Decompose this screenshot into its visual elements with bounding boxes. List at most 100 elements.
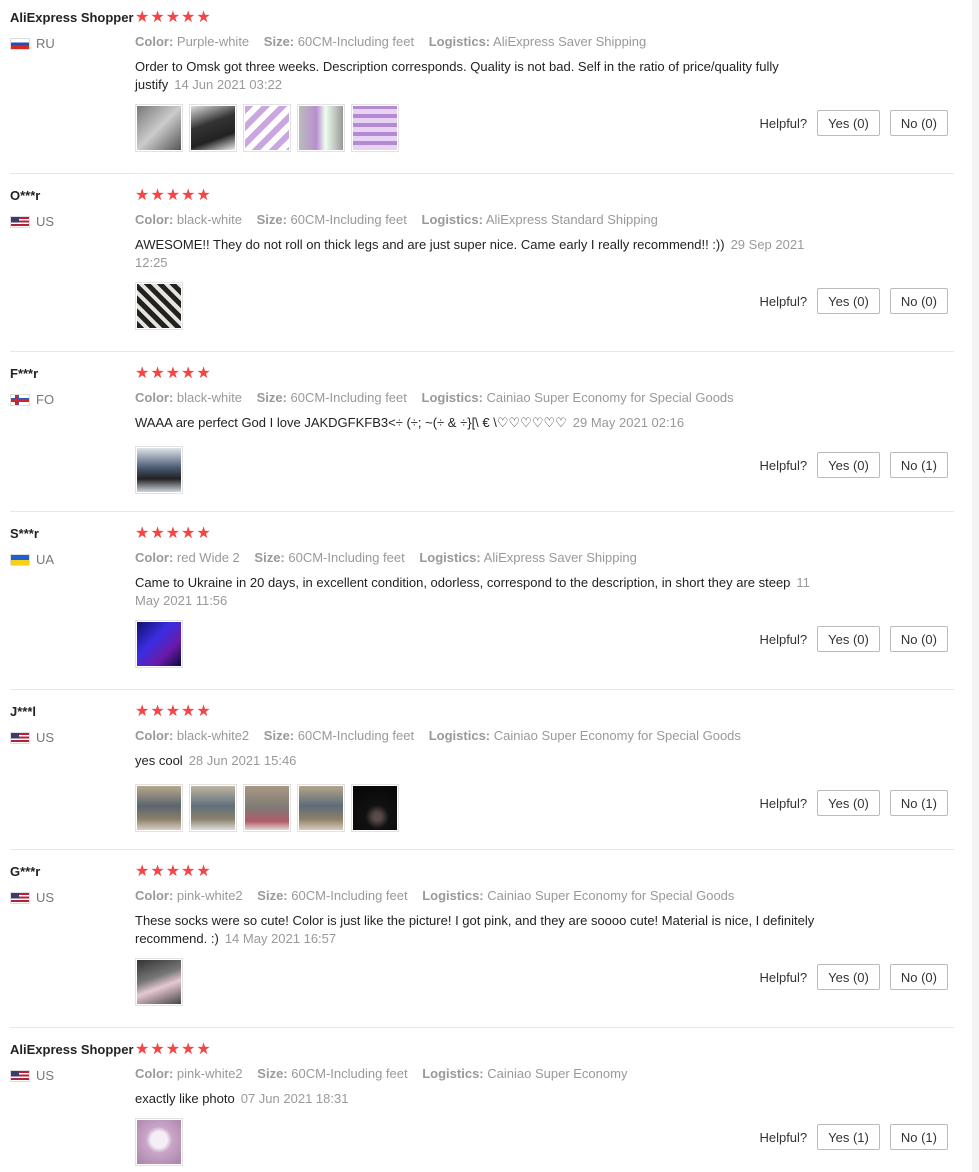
photo-socks-on-floor	[137, 448, 181, 492]
country-code: US	[36, 890, 55, 905]
country-flag-icon	[10, 215, 30, 228]
helpful-vote: Helpful? Yes (0) No (1)	[759, 790, 948, 816]
helpful-yes-button[interactable]: Yes (0)	[817, 626, 880, 652]
helpful-yes-button[interactable]: Yes (0)	[817, 964, 880, 990]
logistics-label: Logistics:	[421, 390, 483, 405]
size-value: 60CM-Including feet	[297, 728, 415, 743]
helpful-vote: Helpful? Yes (0) No (0)	[759, 288, 948, 314]
review-photo-thumbnail[interactable]	[243, 784, 291, 832]
review-text: yes cool 28 Jun 2021 15:46	[135, 752, 835, 770]
review-body: WAAA are perfect God I love JAKDGFKFB3<÷…	[135, 415, 567, 430]
reviewer-name: AliExpress Shopper	[10, 10, 134, 25]
reviewer-name: O***r	[10, 188, 41, 203]
review-date: 29 May 2021 02:16	[572, 415, 685, 430]
helpful-no-button[interactable]: No (0)	[889, 110, 948, 136]
logistics-value: Cainiao Super Economy for Special Goods	[487, 888, 735, 903]
country-code: US	[36, 1068, 55, 1083]
logistics-label: Logistics:	[422, 888, 484, 903]
page-scrollbar-track[interactable]	[972, 0, 979, 1172]
helpful-no-button[interactable]: No (0)	[889, 964, 948, 990]
review-date: 07 Jun 2021 18:31	[240, 1091, 349, 1106]
review-photo-thumbnail[interactable]	[297, 104, 345, 152]
review-photos	[135, 958, 183, 1006]
review-photo-thumbnail[interactable]	[135, 104, 183, 152]
size-label: Size:	[257, 888, 288, 903]
reviewer-name: AliExpress Shopper	[10, 1042, 134, 1057]
star-rating-icon: ★★★★★	[135, 703, 212, 720]
review-photo-thumbnail[interactable]	[135, 958, 183, 1006]
helpful-no-button[interactable]: No (1)	[889, 790, 948, 816]
review-photo-thumbnail[interactable]	[351, 104, 399, 152]
reviewer-country: US	[10, 1068, 54, 1083]
reviewer-country: US	[10, 890, 54, 905]
star-rating-icon: ★★★★★	[135, 187, 212, 204]
logistics-label: Logistics:	[421, 212, 483, 227]
size-label: Size:	[263, 34, 295, 49]
review-photo-thumbnail[interactable]	[135, 282, 183, 330]
size-label: Size:	[254, 550, 285, 565]
helpful-label: Helpful?	[759, 293, 808, 309]
color-label: Color:	[135, 212, 174, 227]
country-code: RU	[36, 36, 55, 51]
star-rating-icon: ★★★★★	[135, 1041, 212, 1058]
helpful-no-button[interactable]: No (0)	[889, 626, 948, 652]
color-value: black-white	[176, 212, 242, 227]
helpful-no-button[interactable]: No (1)	[889, 452, 948, 478]
reviewer-name: S***r	[10, 526, 39, 541]
photo-blue-lit-socks	[137, 622, 181, 666]
review-photo-thumbnail[interactable]	[189, 784, 237, 832]
review-photos	[135, 104, 399, 152]
review-text: exactly like photo 07 Jun 2021 18:31	[135, 1090, 835, 1108]
color-label: Color:	[135, 34, 174, 49]
product-attributes: Color: Purple-white Size: 60CM-Including…	[135, 34, 646, 49]
logistics-value: AliExpress Saver Shipping	[493, 34, 647, 49]
helpful-vote: Helpful? Yes (0) No (0)	[759, 964, 948, 990]
color-value: red Wide 2	[176, 550, 240, 565]
review-body: Came to Ukraine in 20 days, in excellent…	[135, 575, 791, 590]
helpful-yes-button[interactable]: Yes (0)	[817, 452, 880, 478]
review-item: F***r FO ★★★★★ Color: black-white Size: …	[10, 356, 954, 512]
photo-legs-in-socks-4	[299, 786, 343, 830]
review-photo-thumbnail[interactable]	[135, 446, 183, 494]
country-flag-icon	[10, 1069, 30, 1082]
color-label: Color:	[135, 728, 174, 743]
size-label: Size:	[256, 212, 287, 227]
logistics-label: Logistics:	[428, 728, 491, 743]
review-photo-thumbnail[interactable]	[135, 620, 183, 668]
review-photos	[135, 1118, 183, 1166]
color-label: Color:	[135, 888, 174, 903]
color-value: pink-white2	[176, 888, 243, 903]
color-label: Color:	[135, 1066, 174, 1081]
logistics-label: Logistics:	[419, 550, 481, 565]
helpful-label: Helpful?	[759, 1129, 808, 1145]
country-flag-icon	[10, 393, 30, 406]
review-photo-thumbnail[interactable]	[135, 1118, 183, 1166]
size-value: 60CM-Including feet	[291, 1066, 408, 1081]
size-value: 60CM-Including feet	[291, 888, 408, 903]
review-photo-thumbnail[interactable]	[135, 784, 183, 832]
photo-pink-character-socks	[137, 1120, 181, 1164]
helpful-no-button[interactable]: No (1)	[889, 1124, 948, 1150]
helpful-yes-button[interactable]: Yes (0)	[817, 110, 880, 136]
helpful-yes-button[interactable]: Yes (1)	[817, 1124, 880, 1150]
helpful-no-button[interactable]: No (0)	[889, 288, 948, 314]
review-photos	[135, 282, 183, 330]
review-body: AWESOME!! They do not roll on thick legs…	[135, 237, 725, 252]
logistics-value: Cainiao Super Economy	[487, 1066, 628, 1081]
color-label: Color:	[135, 550, 174, 565]
logistics-value: Cainiao Super Economy for Special Goods	[486, 390, 734, 405]
helpful-yes-button[interactable]: Yes (0)	[817, 288, 880, 314]
review-photo-thumbnail[interactable]	[297, 784, 345, 832]
review-photo-thumbnail[interactable]	[351, 784, 399, 832]
review-photo-thumbnail[interactable]	[243, 104, 291, 152]
country-code: UA	[36, 552, 55, 567]
logistics-value: AliExpress Saver Shipping	[483, 550, 637, 565]
review-text: AWESOME!! They do not roll on thick legs…	[135, 236, 835, 272]
product-attributes: Color: black-white2 Size: 60CM-Including…	[135, 728, 741, 743]
review-photo-thumbnail[interactable]	[189, 104, 237, 152]
helpful-yes-button[interactable]: Yes (0)	[817, 790, 880, 816]
logistics-value: Cainiao Super Economy for Special Goods	[493, 728, 741, 743]
review-text: WAAA are perfect God I love JAKDGFKFB3<÷…	[135, 414, 835, 432]
review-text: These socks were so cute! Color is just …	[135, 912, 835, 948]
color-value: Purple-white	[176, 34, 250, 49]
